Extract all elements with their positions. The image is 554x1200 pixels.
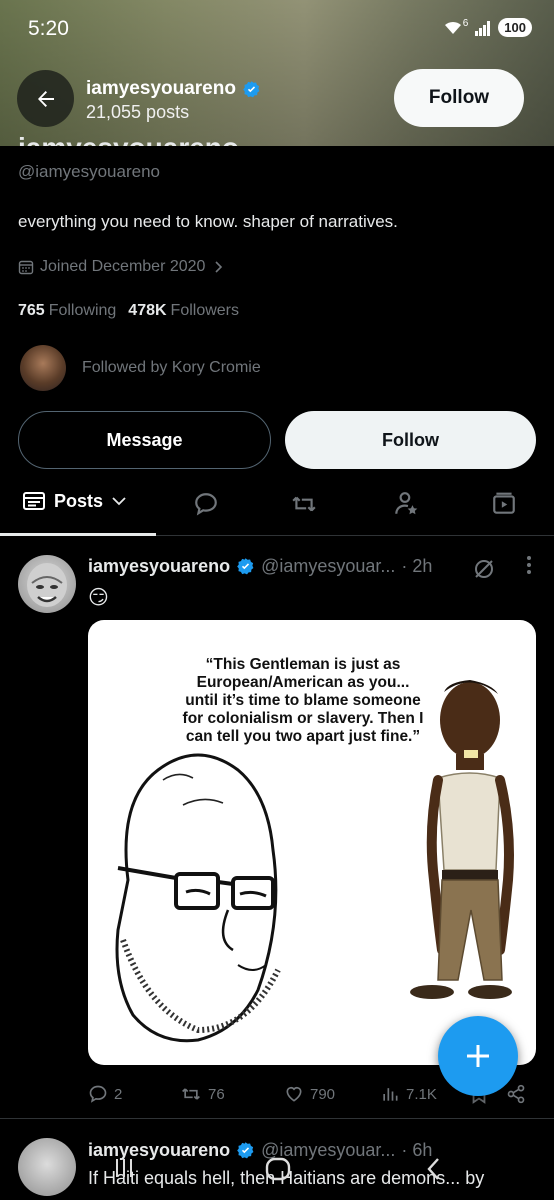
nav-back-icon xyxy=(427,1158,439,1180)
header-follow-button[interactable]: Follow xyxy=(394,69,524,127)
following-label: Following xyxy=(48,302,117,319)
tab-active-indicator xyxy=(0,533,156,536)
top-bar: iamyesyouareno 21,055 posts Follow xyxy=(0,68,554,130)
post-more-button[interactable] xyxy=(526,555,532,581)
grok-button[interactable] xyxy=(472,557,496,586)
tab-posts[interactable]: Posts xyxy=(22,490,127,512)
plus-icon xyxy=(467,1045,489,1067)
like-icon xyxy=(286,1086,302,1102)
tab-communities[interactable] xyxy=(392,490,420,518)
compose-button[interactable] xyxy=(438,1016,518,1096)
posts-icon xyxy=(23,492,45,510)
signal-icon xyxy=(475,20,491,36)
post-avatar[interactable] xyxy=(18,555,76,613)
followers-count: 478K xyxy=(128,302,167,319)
status-bar: 5:20 6 100 xyxy=(0,0,554,58)
tab-posts-label: Posts xyxy=(54,490,104,511)
follower-avatar xyxy=(20,345,66,391)
tab-reposts[interactable] xyxy=(290,490,318,518)
grok-icon xyxy=(475,560,493,578)
chevron-right-icon xyxy=(215,261,223,273)
views-icon xyxy=(383,1088,398,1101)
header-name-text: iamyesyouareno xyxy=(86,78,236,99)
like-count: 790 xyxy=(310,1085,336,1103)
repost-count: 76 xyxy=(208,1085,225,1103)
status-icons: 6 100 xyxy=(443,18,532,37)
followers-label: Followers xyxy=(170,302,240,319)
nav-back-button[interactable] xyxy=(424,1156,444,1187)
reply-button[interactable]: 2 xyxy=(88,1084,180,1104)
reply-count: 2 xyxy=(114,1085,123,1103)
post-header: iamyesyouareno @iamyesyouar... · 2h xyxy=(88,556,432,577)
profile-actions: Message Follow xyxy=(18,411,536,469)
back-arrow-icon xyxy=(37,90,54,107)
status-time: 5:20 xyxy=(28,17,69,40)
community-icon xyxy=(395,492,418,515)
profile-tabs: Posts xyxy=(0,480,554,536)
tab-replies[interactable] xyxy=(192,490,220,518)
like-button[interactable]: 790 xyxy=(284,1084,380,1104)
avatar-image xyxy=(27,563,67,607)
post-image[interactable]: “This Gentleman is just as European/Amer… xyxy=(88,620,536,1065)
video-icon xyxy=(493,492,515,514)
chevron-down-icon xyxy=(112,497,126,506)
verified-badge-icon xyxy=(237,558,254,575)
home-button[interactable] xyxy=(264,1156,292,1187)
recent-apps-icon xyxy=(116,1159,132,1177)
post-time: · 2h xyxy=(401,556,433,576)
share-button[interactable] xyxy=(506,1084,536,1104)
meme-illustration xyxy=(115,680,514,1043)
tab-videos[interactable] xyxy=(490,490,518,518)
wifi-icon xyxy=(444,21,461,34)
following-link[interactable]: 765 Following xyxy=(18,302,116,320)
profile-stats: 765 Following 478K Followers xyxy=(18,302,239,320)
repost-icon xyxy=(182,1088,200,1100)
system-nav-bar xyxy=(0,1150,554,1200)
repost-button[interactable]: 76 xyxy=(180,1084,284,1104)
follow-button[interactable]: Follow xyxy=(285,411,536,469)
profile-name-text: iamyesyouareno xyxy=(18,132,239,146)
joined-date[interactable]: Joined December 2020 xyxy=(18,258,225,276)
reply-icon xyxy=(195,493,217,516)
repost-icon xyxy=(292,496,316,512)
followers-link[interactable]: 478K Followers xyxy=(128,302,239,320)
post-author-name[interactable]: iamyesyouareno xyxy=(88,556,230,577)
profile-handle: @iamyesyouareno xyxy=(18,162,160,181)
reply-icon xyxy=(89,1085,107,1103)
recent-apps-button[interactable] xyxy=(112,1156,136,1185)
calendar-icon xyxy=(18,260,34,275)
battery-indicator: 100 xyxy=(498,18,532,37)
more-icon xyxy=(527,556,531,574)
post-text: 😏 xyxy=(88,587,109,609)
followed-by[interactable]: Followed by Kory Cromie xyxy=(20,345,261,391)
followed-by-text: Followed by Kory Cromie xyxy=(82,359,261,376)
network-indicator: 6 xyxy=(462,18,469,29)
share-icon xyxy=(507,1084,525,1104)
verified-badge-icon xyxy=(243,80,260,97)
home-icon xyxy=(265,1157,291,1181)
header-name: iamyesyouareno xyxy=(86,78,261,100)
post-author-handle: @iamyesyouar... xyxy=(261,556,396,576)
following-count: 765 xyxy=(18,302,45,319)
back-button[interactable] xyxy=(17,70,74,127)
view-count: 7.1K xyxy=(406,1085,437,1103)
joined-text: Joined December 2020 xyxy=(40,258,206,275)
profile-bio: everything you need to know. shaper of n… xyxy=(18,212,398,231)
header-posts-count: 21,055 posts xyxy=(86,102,190,122)
message-button[interactable]: Message xyxy=(18,411,271,469)
